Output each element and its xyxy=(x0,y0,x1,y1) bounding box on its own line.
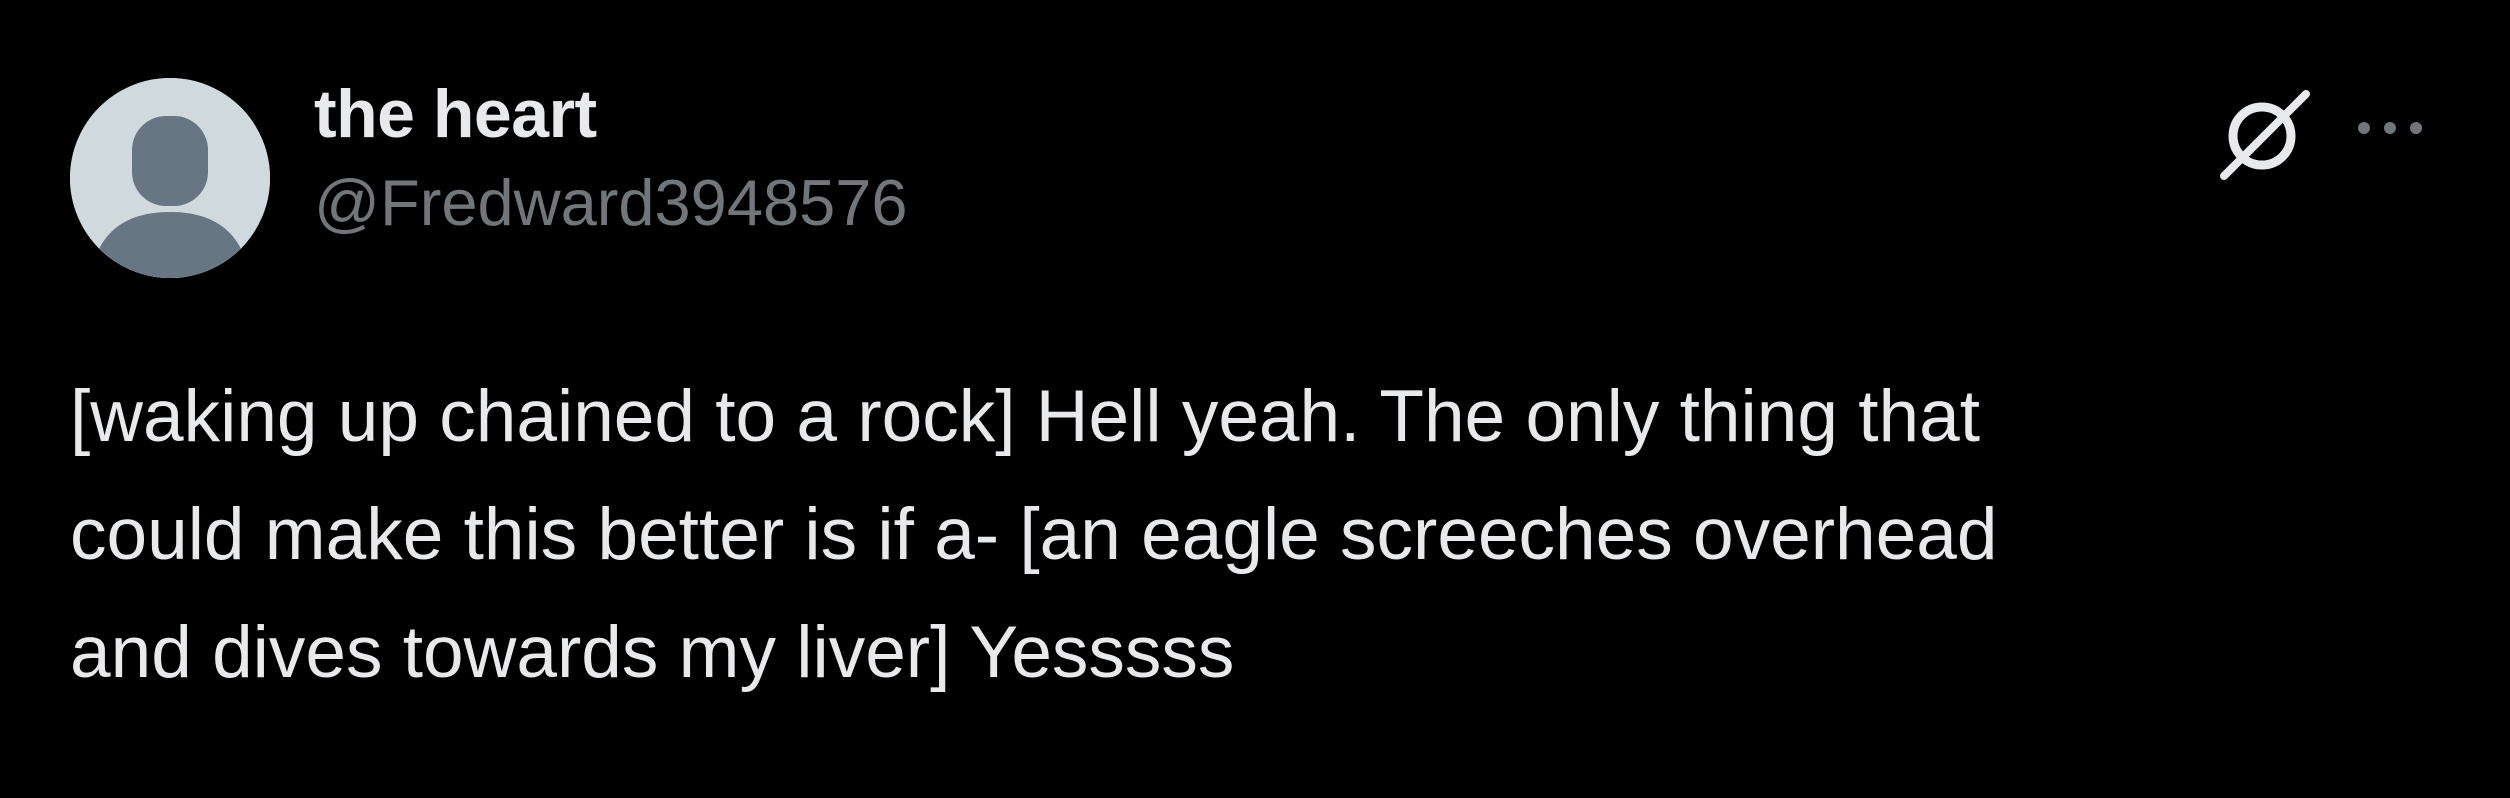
tweet-text-line: could make this better is if a- [an eagl… xyxy=(70,494,1998,575)
display-name[interactable]: the heart xyxy=(314,80,908,148)
more-options-icon[interactable] xyxy=(2350,100,2430,156)
tweet-text-line: [waking up chained to a rock] Hell yeah.… xyxy=(70,376,1980,457)
tweet-text: [waking up chained to a rock] Hell yeah.… xyxy=(70,358,2470,712)
user-handle[interactable]: @Fredward3948576 xyxy=(314,170,908,235)
grok-icon[interactable] xyxy=(2210,84,2320,184)
tweet-card: the heart @Fredward3948576 [waking up ch… xyxy=(0,0,2510,798)
default-avatar-icon xyxy=(70,78,270,278)
avatar[interactable] xyxy=(70,78,270,278)
tweet-text-line: and dives towards my liver] Yesssss xyxy=(70,612,1235,693)
user-info: the heart @Fredward3948576 xyxy=(314,80,908,235)
